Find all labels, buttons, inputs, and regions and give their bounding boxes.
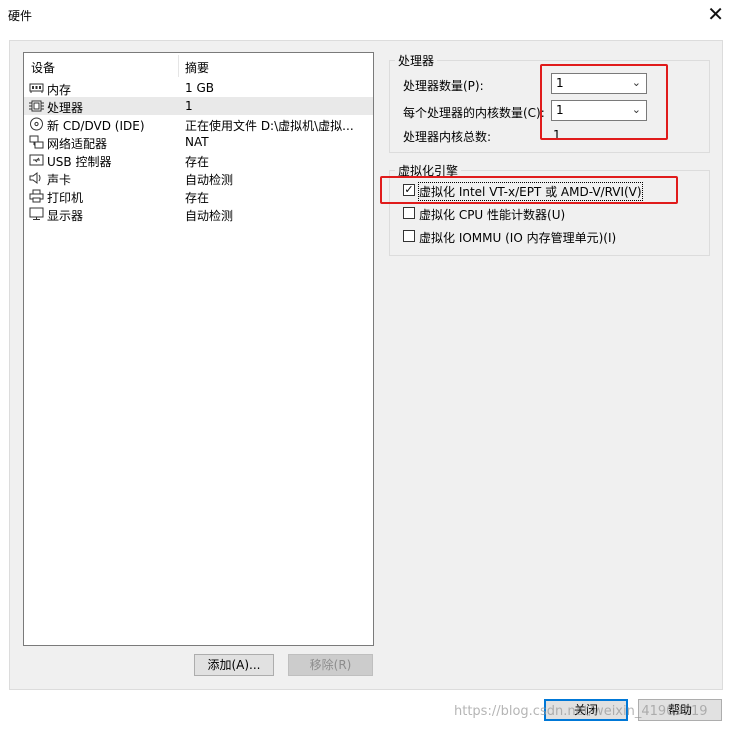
processors-group-label: 处理器: [395, 52, 438, 69]
device-name: 网络适配器: [47, 137, 108, 151]
device-name: 显示器: [47, 209, 84, 223]
device-name: 新 CD/DVD (IDE): [47, 119, 145, 133]
cpu-counters-checkbox-label[interactable]: 虚拟化 CPU 性能计数器(U): [419, 206, 565, 223]
device-summary: 正在使用文件 D:\虚拟机\虚拟...: [185, 119, 354, 133]
device-name: 打印机: [47, 191, 84, 205]
device-summary: 存在: [185, 155, 210, 169]
device-row-display[interactable]: 显示器 自动检测: [24, 205, 373, 223]
device-row-processor[interactable]: 处理器 1: [24, 97, 373, 115]
device-row-sound-card[interactable]: 声卡 自动检测: [24, 169, 373, 187]
window-title: 硬件: [8, 9, 33, 23]
processor-count-label: 处理器数量(P):: [403, 79, 484, 93]
device-name: USB 控制器: [47, 155, 112, 169]
display-icon: [29, 207, 44, 220]
device-row-cd-dvd[interactable]: 新 CD/DVD (IDE) 正在使用文件 D:\虚拟机\虚拟...: [24, 115, 373, 133]
device-row-network-adapter[interactable]: 网络适配器 NAT: [24, 133, 373, 151]
column-divider[interactable]: [178, 55, 179, 77]
total-cores-label: 处理器内核总数:: [403, 130, 492, 144]
sound-card-icon: [29, 172, 41, 184]
device-summary: 1: [185, 99, 193, 113]
column-header-summary[interactable]: 摘要: [185, 59, 209, 76]
cpu-counters-checkbox[interactable]: [403, 207, 415, 219]
highlight-box-processors: [540, 64, 668, 140]
remove-button[interactable]: 移除(R): [288, 654, 373, 676]
device-name: 内存: [47, 83, 72, 97]
cd-dvd-icon: [30, 117, 43, 131]
title-bar: 硬件 ✕: [0, 0, 734, 31]
iommu-checkbox[interactable]: [403, 230, 415, 242]
device-summary: 自动检测: [185, 173, 234, 187]
device-summary: 存在: [185, 191, 210, 205]
highlight-box-virtualization: [380, 176, 678, 204]
add-button[interactable]: 添加(A)...: [194, 654, 274, 676]
device-row-memory[interactable]: 内存 1 GB: [24, 79, 373, 97]
close-icon[interactable]: ✕: [707, 3, 724, 25]
device-name: 声卡: [47, 173, 72, 187]
cores-per-processor-label: 每个处理器的内核数量(C):: [403, 106, 545, 120]
device-summary: 1 GB: [185, 81, 214, 95]
iommu-checkbox-label[interactable]: 虚拟化 IOMMU (IO 内存管理单元)(I): [419, 229, 616, 246]
device-row-printer[interactable]: 打印机 存在: [24, 187, 373, 205]
device-summary: 自动检测: [185, 209, 234, 223]
processor-icon: [29, 100, 44, 112]
device-name: 处理器: [47, 101, 84, 115]
network-adapter-icon: [29, 135, 44, 149]
memory-icon: [29, 83, 44, 93]
device-summary: NAT: [185, 135, 209, 149]
printer-icon: [29, 189, 44, 203]
usb-icon: [29, 154, 44, 166]
device-row-usb[interactable]: USB 控制器 存在: [24, 151, 373, 169]
watermark-text: https://blog.csdn.net/weixin_41909519: [454, 704, 708, 719]
column-header-device[interactable]: 设备: [31, 59, 55, 76]
